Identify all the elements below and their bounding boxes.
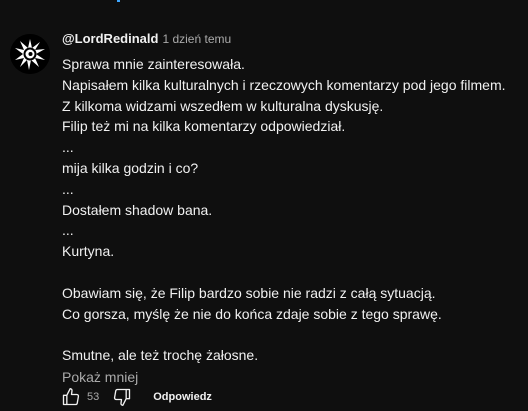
like-button[interactable] (60, 386, 82, 408)
comment-content: @LordRedinald 1 dzień temu Sprawa mnie z… (62, 31, 522, 387)
thumb-down-icon (114, 388, 131, 406)
comment-line: Filip też mi na kilka komentarzy odpowie… (62, 118, 346, 135)
dislike-button[interactable] (111, 386, 133, 408)
comment-line: ... (62, 139, 74, 156)
comment-line: Dostałem shadow bana. (62, 201, 213, 218)
reply-button[interactable]: Odpowiedz (153, 391, 212, 403)
comment-line: mija kilka godzin i co? (62, 159, 199, 176)
comment-line: Sprawa mnie zainteresowała. (62, 56, 245, 72)
avatar[interactable] (10, 34, 50, 74)
comment-text: Sprawa mnie zainteresowała. Napisałem ki… (62, 54, 522, 366)
comment-line-blank (62, 262, 522, 283)
avatar-image (10, 34, 50, 74)
comment-line: ... (62, 222, 74, 239)
comment-timestamp[interactable]: 1 dzień temu (162, 32, 231, 46)
comment-line: ... (62, 180, 74, 197)
comment-thread: @LordRedinald 1 dzień temu Sprawa mnie z… (0, 0, 528, 411)
comment-line: Co gorsza, myślę że nie do końca zdaje s… (62, 305, 442, 322)
like-count: 53 (87, 391, 100, 403)
comment-line: Z kilkoma widzami wszedłem w kulturalna … (62, 97, 384, 114)
comment-line: Obawiam się, że Filip bardzo sobie nie r… (62, 284, 436, 301)
comment-line: Napisałem kilka kulturalnych i rzeczowyc… (62, 76, 506, 93)
comment-line: Kurtyna. (62, 243, 115, 260)
author-name[interactable]: @LordRedinald (62, 31, 158, 46)
comment-line: Smutne, ale też trochę żałosne. (62, 347, 259, 364)
comment-header: @LordRedinald 1 dzień temu (62, 31, 522, 49)
comment-actions: 53 Odpowiedz (60, 386, 212, 408)
comment-line-blank (62, 324, 522, 345)
show-less-button[interactable]: Pokaż mniej (62, 369, 138, 385)
thumb-up-icon (62, 388, 80, 406)
